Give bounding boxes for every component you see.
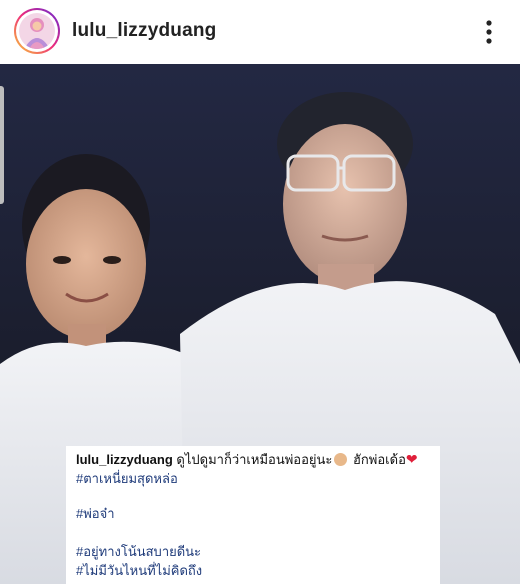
avatar[interactable] xyxy=(14,8,60,54)
heart-emoji-icon: ❤ xyxy=(405,451,418,467)
left-edge-tab[interactable] xyxy=(0,86,4,204)
hashtag-2[interactable]: #พ่อจ๋า xyxy=(76,503,115,524)
face-emoji-icon xyxy=(334,453,348,466)
caption-text-part1: ดูไปดูมาก็ว่าเหมือนพ่ออยู่นะ xyxy=(176,452,333,467)
hashtag-1[interactable]: #ตาเหนี่ยมสุดหล่อ xyxy=(76,468,178,489)
post-header: lulu_lizzyduang xyxy=(0,0,520,64)
caption-text-part2: ฮักพ่อเด้อ xyxy=(349,452,406,467)
hashtag-3[interactable]: #อยู่ทางโน้นสบายดีนะ xyxy=(76,541,201,562)
caption-username[interactable]: lulu_lizzyduang xyxy=(76,452,173,467)
caption-overlay: lulu_lizzyduang ดูไปดูมาก็ว่าเหมือนพ่ออย… xyxy=(66,446,440,584)
caption-first-line: lulu_lizzyduang ดูไปดูมาก็ว่าเหมือนพ่ออย… xyxy=(76,449,418,470)
header-username[interactable]: lulu_lizzyduang xyxy=(72,20,216,42)
more-options-icon[interactable] xyxy=(478,18,500,46)
avatar-image xyxy=(19,13,55,49)
hashtag-4[interactable]: #ไม่มีวันไหนที่ไม่คิดถึง xyxy=(76,560,202,581)
